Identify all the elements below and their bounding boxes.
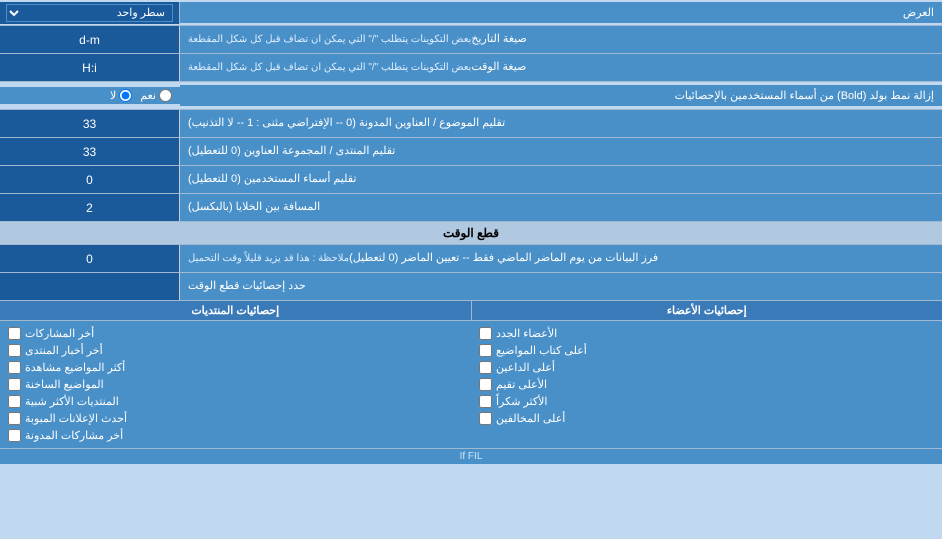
time-cut-input-cell <box>0 245 180 272</box>
checkbox-most-thanked[interactable] <box>479 395 492 408</box>
main-container: العرض سطر واحد سطرين ثلاثة أسطر صيغة الت… <box>0 0 942 464</box>
bold-remove-options: نعم لا <box>0 87 180 104</box>
checkbox-hot-topics[interactable] <box>8 378 21 391</box>
display-input-cell: سطر واحد سطرين ثلاثة أسطر <box>0 2 180 24</box>
time-format-row: صيغة الوقت بعض التكوينات يتطلب "/" التي … <box>0 54 942 82</box>
topic-titles-input[interactable] <box>6 117 173 131</box>
col1-header: إحصائيات الأعضاء <box>472 301 942 320</box>
bold-remove-row: إزالة نمط بولد (Bold) من أسماء المستخدمي… <box>0 82 942 110</box>
time-cut-label: فرز البيانات من يوم الماضر الماضي فقط --… <box>180 245 942 272</box>
checkbox-item: أكثر المواضيع مشاهدة <box>8 359 463 376</box>
col-divider <box>471 301 472 320</box>
checkbox-most-popular-forums[interactable] <box>8 395 21 408</box>
date-format-input-cell <box>0 26 180 53</box>
checkbox-item: أخر أخبار المنتدى <box>8 342 463 359</box>
topic-titles-row: تقليم الموضوع / العناوين المدونة (0 -- ا… <box>0 110 942 138</box>
usernames-label: تقليم أسماء المستخدمين (0 للتعطيل) <box>180 166 942 193</box>
checkbox-latest-posts[interactable] <box>8 327 21 340</box>
time-cut-row: فرز البيانات من يوم الماضر الماضي فقط --… <box>0 245 942 273</box>
time-cut-header: قطع الوقت <box>0 222 942 245</box>
checkbox-item: أعلى المخالفين <box>479 410 934 427</box>
checkbox-most-viewed[interactable] <box>8 361 21 374</box>
checkbox-latest-blog[interactable] <box>8 429 21 442</box>
checkbox-item: الأكثر شكراً <box>479 393 934 410</box>
checkbox-item: أعلى الداعين <box>479 359 934 376</box>
time-cut-input[interactable] <box>6 252 173 266</box>
date-format-label: صيغة التاريخ بعض التكوينات يتطلب "/" الت… <box>180 26 942 53</box>
time-format-input-cell <box>0 54 180 81</box>
time-format-input[interactable] <box>6 61 173 75</box>
cell-spacing-input[interactable] <box>6 201 173 215</box>
cell-spacing-input-cell <box>0 194 180 221</box>
bold-remove-yes-label: نعم <box>140 89 172 102</box>
checkbox-item: المواضيع الساخنة <box>8 376 463 393</box>
bold-remove-no-label: لا <box>110 89 132 102</box>
usernames-input-cell <box>0 166 180 193</box>
time-format-label: صيغة الوقت بعض التكوينات يتطلب "/" التي … <box>180 54 942 81</box>
checkboxes-area: الأعضاء الجدد أعلى كتاب المواضيع أعلى ال… <box>0 321 942 448</box>
display-row: العرض سطر واحد سطرين ثلاثة أسطر <box>0 0 942 26</box>
checkbox-top-writers[interactable] <box>479 344 492 357</box>
stats-label: حدد إحصائيات قطع الوقت <box>180 273 942 300</box>
cell-spacing-label: المسافة بين الخلايا (بالبكسل) <box>180 194 942 221</box>
usernames-input[interactable] <box>6 173 173 187</box>
bold-remove-yes-radio[interactable] <box>159 89 172 102</box>
date-format-row: صيغة التاريخ بعض التكوينات يتطلب "/" الت… <box>0 26 942 54</box>
checkbox-item: أعلى كتاب المواضيع <box>479 342 934 359</box>
date-format-input[interactable] <box>6 33 173 47</box>
topic-titles-input-cell <box>0 110 180 137</box>
checkbox-item: أخر مشاركات المدونة <box>8 427 463 444</box>
display-label: العرض <box>180 2 942 23</box>
stats-label-input-cell <box>0 273 180 300</box>
forum-titles-label: تقليم المنتدى / المجموعة العناوين (0 للت… <box>180 138 942 165</box>
checkbox-item: أحدث الإعلانات المبوبة <box>8 410 463 427</box>
checkbox-col-forums: أخر المشاركات أخر أخبار المنتدى أكثر الم… <box>0 325 471 444</box>
display-select[interactable]: سطر واحد سطرين ثلاثة أسطر <box>6 4 173 22</box>
checkbox-top-violators[interactable] <box>479 412 492 425</box>
forum-titles-input[interactable] <box>6 145 173 159</box>
checkbox-item: أخر المشاركات <box>8 325 463 342</box>
checkbox-headers: إحصائيات الأعضاء إحصائيات المنتديات <box>0 301 942 321</box>
stats-label-row: حدد إحصائيات قطع الوقت <box>0 273 942 301</box>
forum-titles-input-cell <box>0 138 180 165</box>
checkbox-col-members: الأعضاء الجدد أعلى كتاب المواضيع أعلى ال… <box>471 325 942 444</box>
topic-titles-label: تقليم الموضوع / العناوين المدونة (0 -- ا… <box>180 110 942 137</box>
bottom-note: If FIL <box>0 448 942 464</box>
checkbox-item: المنتديات الأكثر شبية <box>8 393 463 410</box>
checkbox-item: الأعضاء الجدد <box>479 325 934 342</box>
col2-header: إحصائيات المنتديات <box>0 301 471 320</box>
checkbox-new-members[interactable] <box>479 327 492 340</box>
bold-remove-no-radio[interactable] <box>119 89 132 102</box>
checkbox-item: الأعلى تقيم <box>479 376 934 393</box>
cell-spacing-row: المسافة بين الخلايا (بالبكسل) <box>0 194 942 222</box>
forum-titles-row: تقليم المنتدى / المجموعة العناوين (0 للت… <box>0 138 942 166</box>
checkbox-top-inviters[interactable] <box>479 361 492 374</box>
checkbox-top-rated[interactable] <box>479 378 492 391</box>
bold-remove-label: إزالة نمط بولد (Bold) من أسماء المستخدمي… <box>180 85 942 106</box>
usernames-row: تقليم أسماء المستخدمين (0 للتعطيل) <box>0 166 942 194</box>
checkbox-latest-classified[interactable] <box>8 412 21 425</box>
checkbox-latest-news[interactable] <box>8 344 21 357</box>
